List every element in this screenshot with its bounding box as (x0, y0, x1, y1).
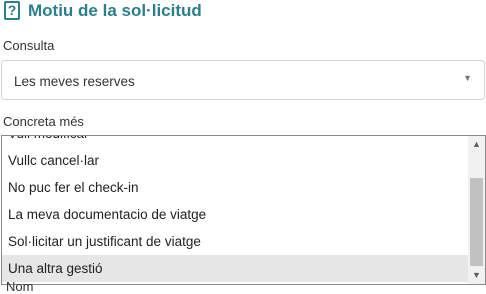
scroll-down-arrow-icon[interactable]: ▼ (468, 267, 485, 284)
listbox-option[interactable]: Sol·licitar un justificant de viatge (2, 228, 469, 255)
dropdown-arrow-icon: ▼ (463, 73, 472, 83)
consulta-select[interactable]: Les meves reserves ▼ (1, 60, 485, 100)
section-title: Motiu de la sol·licitud (28, 1, 202, 20)
request-reason-header: ? Motiu de la sol·licitud (2, 0, 472, 26)
consulta-label: Consulta (3, 38, 55, 53)
listbox-option[interactable]: Vull modificar (2, 136, 469, 147)
next-field-label: Nom (6, 279, 34, 294)
scrollbar-thumb[interactable] (470, 178, 483, 266)
listbox-option[interactable]: Vullc cancel·lar (2, 147, 469, 174)
listbox-scrollbar[interactable]: ▲ ▼ (468, 136, 485, 284)
scroll-up-arrow-icon[interactable]: ▲ (468, 136, 485, 153)
listbox-option[interactable]: No puc fer el check-in (2, 174, 469, 201)
concreta-listbox[interactable]: Vull modificar Vullc cancel·lar No puc f… (1, 135, 486, 285)
question-mark-icon: ? (4, 1, 20, 20)
listbox-option-selected[interactable]: Una altra gestió (2, 255, 469, 282)
listbox-option[interactable]: La meva documentacio de viatge (2, 201, 469, 228)
consulta-selected-value: Les meves reserves (14, 74, 135, 89)
concreta-label: Concreta més (3, 114, 84, 129)
